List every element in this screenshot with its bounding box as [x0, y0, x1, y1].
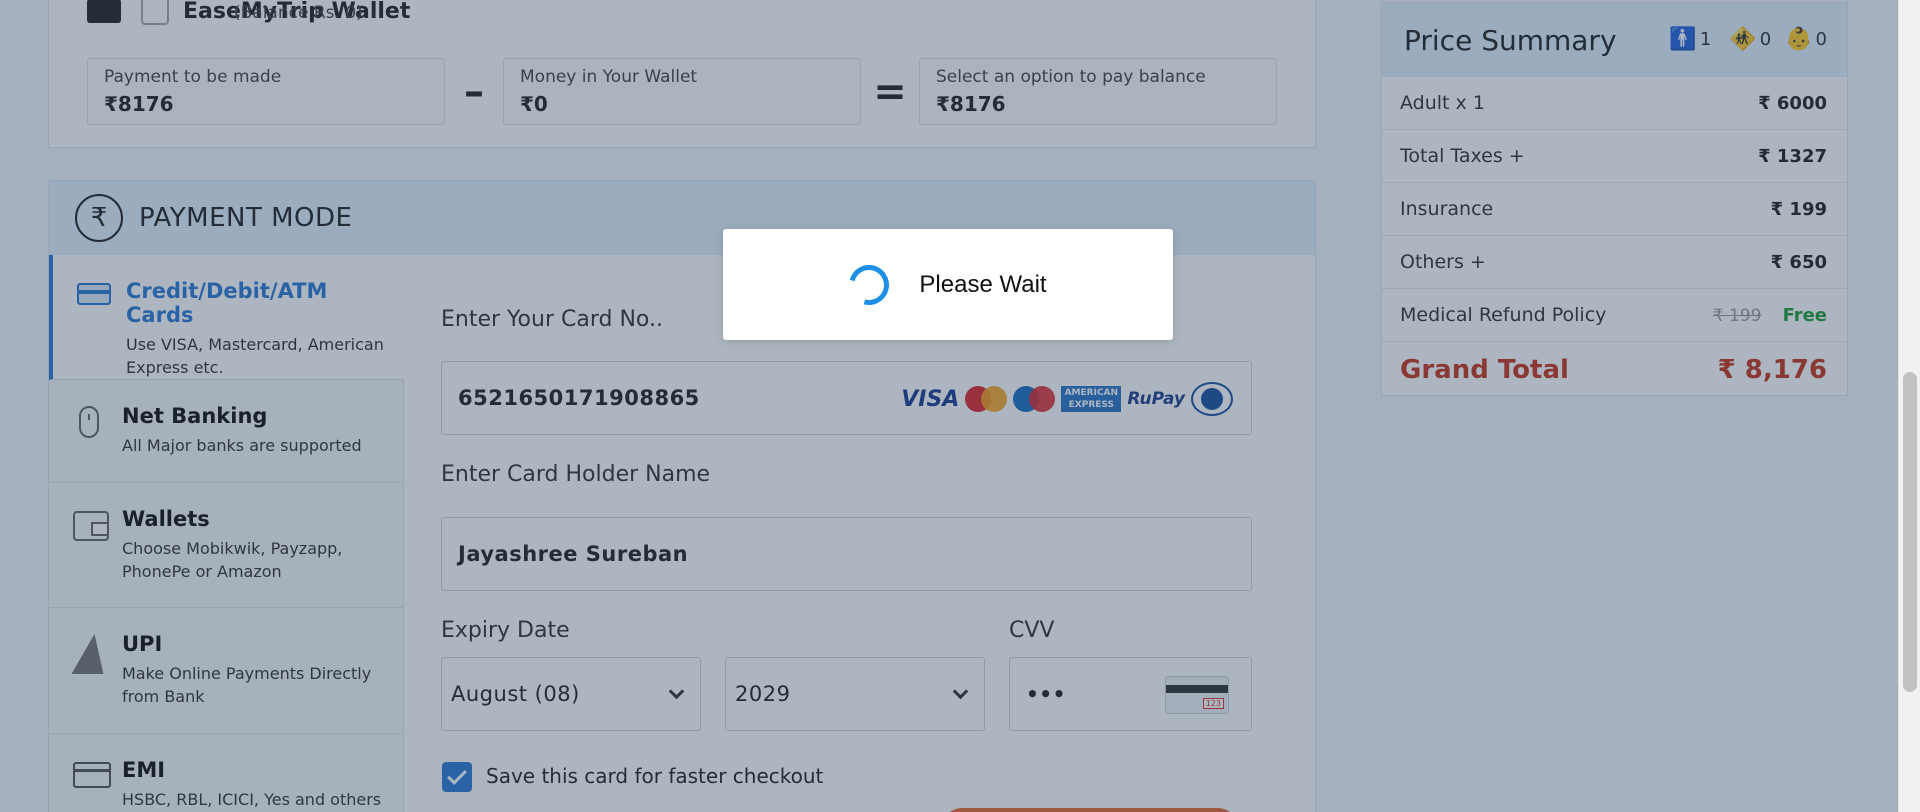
please-wait-modal: Please Wait — [723, 229, 1173, 340]
page-scrollbar[interactable] — [1898, 0, 1920, 812]
scrollbar-thumb[interactable] — [1903, 372, 1917, 692]
loading-spinner-icon — [842, 257, 897, 312]
loading-overlay — [0, 0, 1898, 812]
please-wait-text: Please Wait — [919, 270, 1047, 298]
